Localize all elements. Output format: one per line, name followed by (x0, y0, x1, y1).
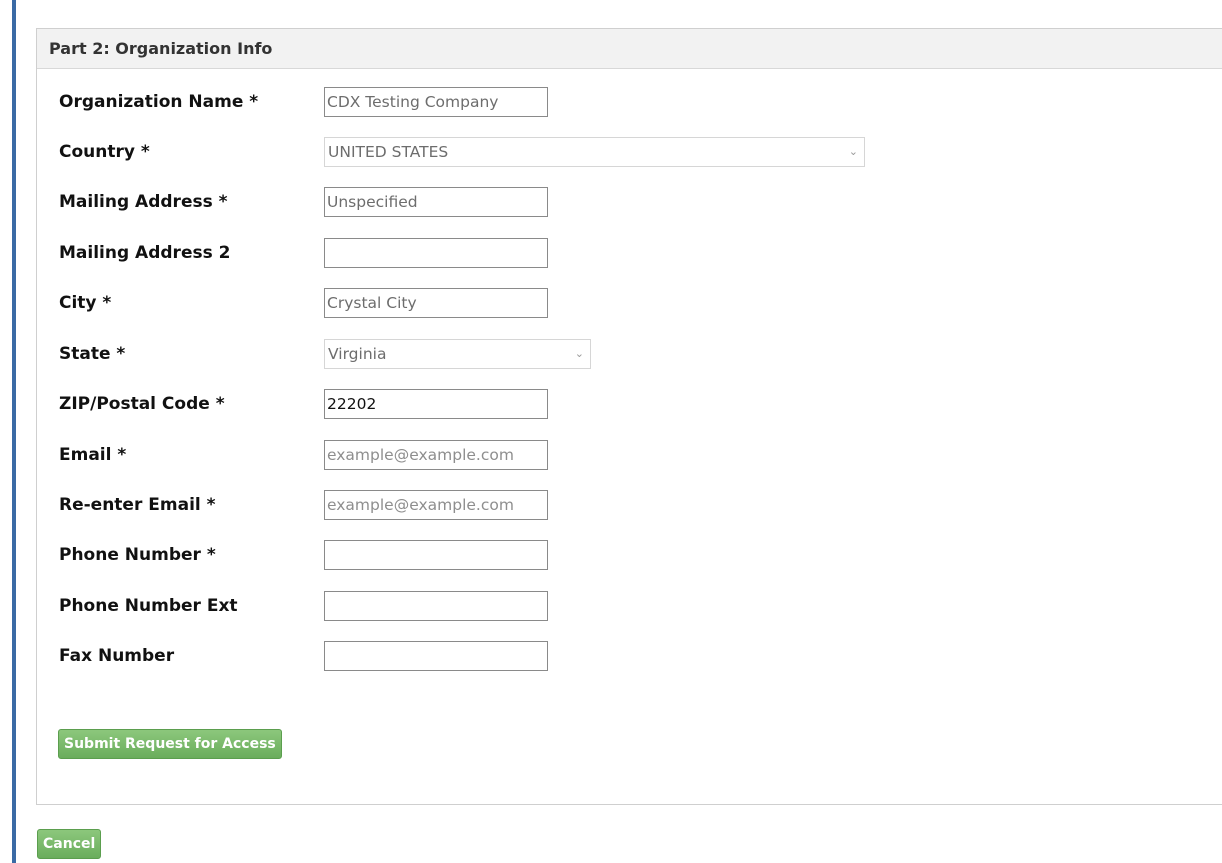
phone-number-label: Phone Number * (59, 545, 216, 565)
phone-ext-label: Phone Number Ext (59, 596, 238, 616)
form-row-country: Country * UNITED STATES ⌄ (59, 136, 1209, 168)
form-row-phone-ext: Phone Number Ext (59, 590, 1209, 622)
country-select[interactable]: UNITED STATES ⌄ (324, 137, 865, 167)
submit-request-button[interactable]: Submit Request for Access (58, 729, 282, 759)
form-row-mailing-address: Mailing Address * (59, 186, 1209, 218)
form-row-mailing-address-2: Mailing Address 2 (59, 237, 1209, 269)
organization-name-label: Organization Name * (59, 92, 259, 112)
form-row-organization-name: Organization Name * (59, 86, 1209, 118)
form-row-zip: ZIP/Postal Code * (59, 388, 1209, 420)
cancel-button[interactable]: Cancel (37, 829, 102, 859)
mailing-address-2-input[interactable] (324, 238, 548, 268)
form-row-state: State * Virginia ⌄ (59, 338, 1209, 370)
organization-name-input[interactable] (324, 87, 548, 117)
email-label: Email * (59, 445, 127, 465)
left-accent-bar (12, 0, 16, 863)
state-select[interactable]: Virginia ⌄ (324, 339, 591, 369)
form-row-city: City * (59, 287, 1209, 319)
reenter-email-input[interactable] (324, 490, 548, 520)
zip-label: ZIP/Postal Code * (59, 394, 225, 414)
form-row-fax: Fax Number (59, 640, 1209, 672)
city-label: City * (59, 293, 112, 313)
city-input[interactable] (324, 288, 548, 318)
state-selected-value: Virginia (328, 345, 387, 363)
state-label: State * (59, 344, 126, 364)
organization-info-panel: Part 2: Organization Info Organization N… (36, 28, 1222, 805)
mailing-address-2-label: Mailing Address 2 (59, 243, 231, 263)
phone-ext-input[interactable] (324, 591, 548, 621)
reenter-email-label: Re-enter Email * (59, 495, 216, 515)
email-input[interactable] (324, 440, 548, 470)
form-row-phone-number: Phone Number * (59, 539, 1209, 571)
fax-input[interactable] (324, 641, 548, 671)
form-row-email: Email * (59, 439, 1209, 471)
zip-input[interactable] (324, 389, 548, 419)
form-row-reenter-email: Re-enter Email * (59, 489, 1209, 521)
chevron-down-icon: ⌄ (848, 145, 858, 158)
chevron-down-icon: ⌄ (574, 347, 584, 360)
country-label: Country * (59, 142, 150, 162)
mailing-address-label: Mailing Address * (59, 192, 228, 212)
country-selected-value: UNITED STATES (328, 143, 449, 161)
phone-number-input[interactable] (324, 540, 548, 570)
mailing-address-input[interactable] (324, 187, 548, 217)
panel-title: Part 2: Organization Info (37, 29, 1222, 69)
fax-label: Fax Number (59, 646, 175, 666)
